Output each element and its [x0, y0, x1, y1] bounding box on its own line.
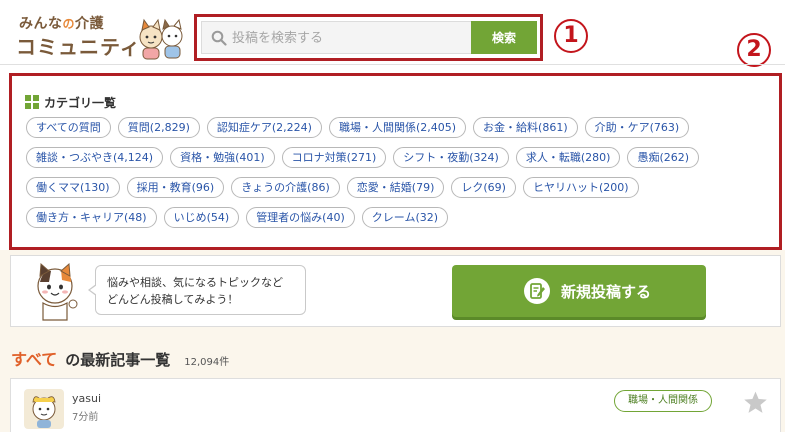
- search-highlight-frame: 検索: [194, 14, 543, 61]
- category-highlight-frame: カテゴリ一覧 すべての質問 質問(2,829) 認知症ケア(2,224) 職場・…: [9, 73, 782, 250]
- category-tag[interactable]: 雑談・つぶやき(4,124): [26, 147, 164, 168]
- search-box[interactable]: [201, 21, 473, 54]
- star-icon[interactable]: [743, 390, 768, 415]
- cat-mascot-icon: [139, 18, 183, 60]
- category-title: カテゴリ一覧: [44, 95, 117, 110]
- speech-bubble: 悩みや相談、気になるトピックなど どんどん投稿してみよう！: [88, 265, 306, 315]
- category-tag[interactable]: お金・給料(861): [473, 117, 578, 138]
- category-tag[interactable]: 職場・人間関係(2,405): [328, 117, 467, 138]
- annotation-marker-2: 2: [737, 33, 771, 67]
- search-button[interactable]: 検索: [471, 21, 537, 54]
- category-tag[interactable]: レク(69): [451, 177, 516, 198]
- category-row: 雑談・つぶやき(4,124) 資格・勉強(401) コロナ対策(271) シフト…: [26, 147, 776, 169]
- category-tag[interactable]: シフト・夜勤(324): [393, 147, 509, 168]
- article-time: 7分前: [72, 412, 99, 423]
- category-tag[interactable]: 働き方・キャリア(48): [26, 207, 157, 228]
- category-tag[interactable]: 採用・教育(96): [126, 177, 225, 198]
- category-row: すべての質問 質問(2,829) 認知症ケア(2,224) 職場・人間関係(2,…: [26, 117, 776, 139]
- search-input[interactable]: [232, 28, 462, 48]
- category-tag[interactable]: 管理者の悩み(40): [246, 207, 355, 228]
- category-tag[interactable]: いじめ(54): [163, 207, 240, 228]
- bubble-line-1: 悩みや相談、気になるトピックなど: [107, 276, 283, 289]
- page: みんなの介護 コミュニティ 投稿を検索する 検索 1 2 カテゴリ一覧 すべての…: [0, 0, 785, 432]
- new-post-label: 新規投稿する: [561, 283, 652, 301]
- category-row: 働き方・キャリア(48) いじめ(54) 管理者の悩み(40) クレーム(32): [26, 207, 776, 229]
- site-logo[interactable]: みんなの介護 コミュニティ: [16, 13, 186, 61]
- edit-icon: [524, 278, 550, 304]
- category-list: すべての質問 質問(2,829) 認知症ケア(2,224) 職場・人間関係(2,…: [26, 117, 776, 237]
- list-title: の最新記事一覧: [65, 351, 171, 369]
- new-post-button[interactable]: 新規投稿する: [452, 265, 706, 317]
- logo-tagline: みんなの介護: [19, 16, 105, 32]
- header-divider: [0, 64, 785, 65]
- category-row: 働くママ(130) 採用・教育(96) きょうの介護(86) 恋愛・結婚(79)…: [26, 177, 776, 199]
- grid-icon: [25, 95, 39, 109]
- category-tag[interactable]: 愚痴(262): [627, 147, 700, 168]
- category-tag[interactable]: コロナ対策(271): [281, 147, 387, 168]
- avatar: [24, 389, 64, 429]
- article-card[interactable]: yasui 7分前 職場・人間関係: [10, 378, 781, 432]
- cat-mascot-icon: [37, 262, 78, 321]
- bubble-line-2: どんどん投稿してみよう！: [107, 293, 239, 306]
- category-tag[interactable]: 働くママ(130): [26, 177, 120, 198]
- category-tag[interactable]: 認知症ケア(2,224): [206, 117, 322, 138]
- logo-title: コミュニティ: [16, 35, 141, 59]
- category-tag[interactable]: クレーム(32): [361, 207, 449, 228]
- header: みんなの介護 コミュニティ 投稿を検索する 検索 1 2: [0, 0, 785, 67]
- category-tag[interactable]: 介助・ケア(763): [584, 117, 690, 138]
- new-post-panel: 悩みや相談、気になるトピックなど どんどん投稿してみよう！ 新規投稿する: [10, 255, 781, 327]
- article-count: 12,094件: [184, 357, 230, 368]
- filter-label: すべて: [11, 350, 58, 369]
- search-icon: [211, 30, 227, 46]
- category-tag[interactable]: 質問(2,829): [117, 117, 200, 138]
- category-tag[interactable]: ヒヤリハット(200): [522, 177, 639, 198]
- annotation-marker-1: 1: [554, 19, 588, 53]
- category-heading: カテゴリ一覧: [25, 94, 116, 110]
- article-category-tag[interactable]: 職場・人間関係: [614, 390, 712, 412]
- article-author[interactable]: yasui: [72, 392, 101, 405]
- category-tag[interactable]: 求人・転職(280): [515, 147, 621, 168]
- category-tag[interactable]: すべての質問: [26, 117, 111, 138]
- category-tag[interactable]: きょうの介護(86): [231, 177, 340, 198]
- article-list-heading: すべて の最新記事一覧 12,094件: [11, 346, 229, 370]
- bubble-text: 悩みや相談、気になるトピックなど どんどん投稿してみよう！: [107, 274, 283, 308]
- category-tag[interactable]: 恋愛・結婚(79): [346, 177, 445, 198]
- category-tag[interactable]: 資格・勉強(401): [170, 147, 275, 168]
